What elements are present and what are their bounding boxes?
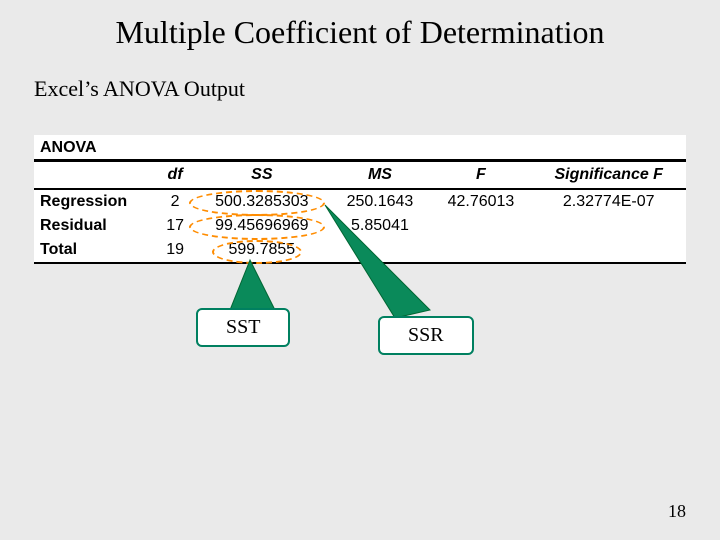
cell-residual-f	[430, 214, 531, 238]
cell-residual-ms: 5.85041	[329, 214, 430, 238]
cell-total-sigf	[531, 238, 686, 263]
cell-residual-ss: 99.45696969	[194, 214, 329, 238]
anova-heading: ANOVA	[34, 135, 686, 162]
cell-regression-f: 42.76013	[430, 189, 531, 214]
slide: Multiple Coefficient of Determination Ex…	[0, 0, 720, 540]
slide-subtitle: Excel’s ANOVA Output	[34, 76, 245, 102]
row-regression: Regression 2 500.3285303 250.1643 42.760…	[34, 189, 686, 214]
arrow-sst	[230, 260, 275, 310]
cell-residual-label: Residual	[34, 214, 156, 238]
col-header-sigf: Significance F	[531, 162, 686, 189]
slide-title: Multiple Coefficient of Determination	[0, 14, 720, 51]
cell-regression-ss: 500.3285303	[194, 189, 329, 214]
page-number: 18	[668, 501, 686, 522]
cell-total-f	[430, 238, 531, 263]
cell-total-label: Total	[34, 238, 156, 263]
col-header-blank	[34, 162, 156, 189]
cell-residual-sigf	[531, 214, 686, 238]
cell-total-ss: 599.7855	[194, 238, 329, 263]
col-header-ss: SS	[194, 162, 329, 189]
row-residual: Residual 17 99.45696969 5.85041	[34, 214, 686, 238]
cell-total-ms	[329, 238, 430, 263]
col-header-ms: MS	[329, 162, 430, 189]
cell-regression-label: Regression	[34, 189, 156, 214]
cell-regression-sigf: 2.32774E-07	[531, 189, 686, 214]
col-header-f: F	[430, 162, 531, 189]
cell-residual-df: 17	[156, 214, 194, 238]
row-total: Total 19 599.7855	[34, 238, 686, 263]
col-header-df: df	[156, 162, 194, 189]
cell-total-df: 19	[156, 238, 194, 263]
cell-regression-df: 2	[156, 189, 194, 214]
callout-ssr: SSR	[378, 316, 474, 355]
anova-table-container: ANOVA df SS MS F Significance F Regressi…	[34, 135, 686, 264]
callout-sst: SST	[196, 308, 290, 347]
cell-regression-ms: 250.1643	[329, 189, 430, 214]
anova-table: df SS MS F Significance F Regression 2 5…	[34, 162, 686, 264]
anova-header-row: df SS MS F Significance F	[34, 162, 686, 189]
